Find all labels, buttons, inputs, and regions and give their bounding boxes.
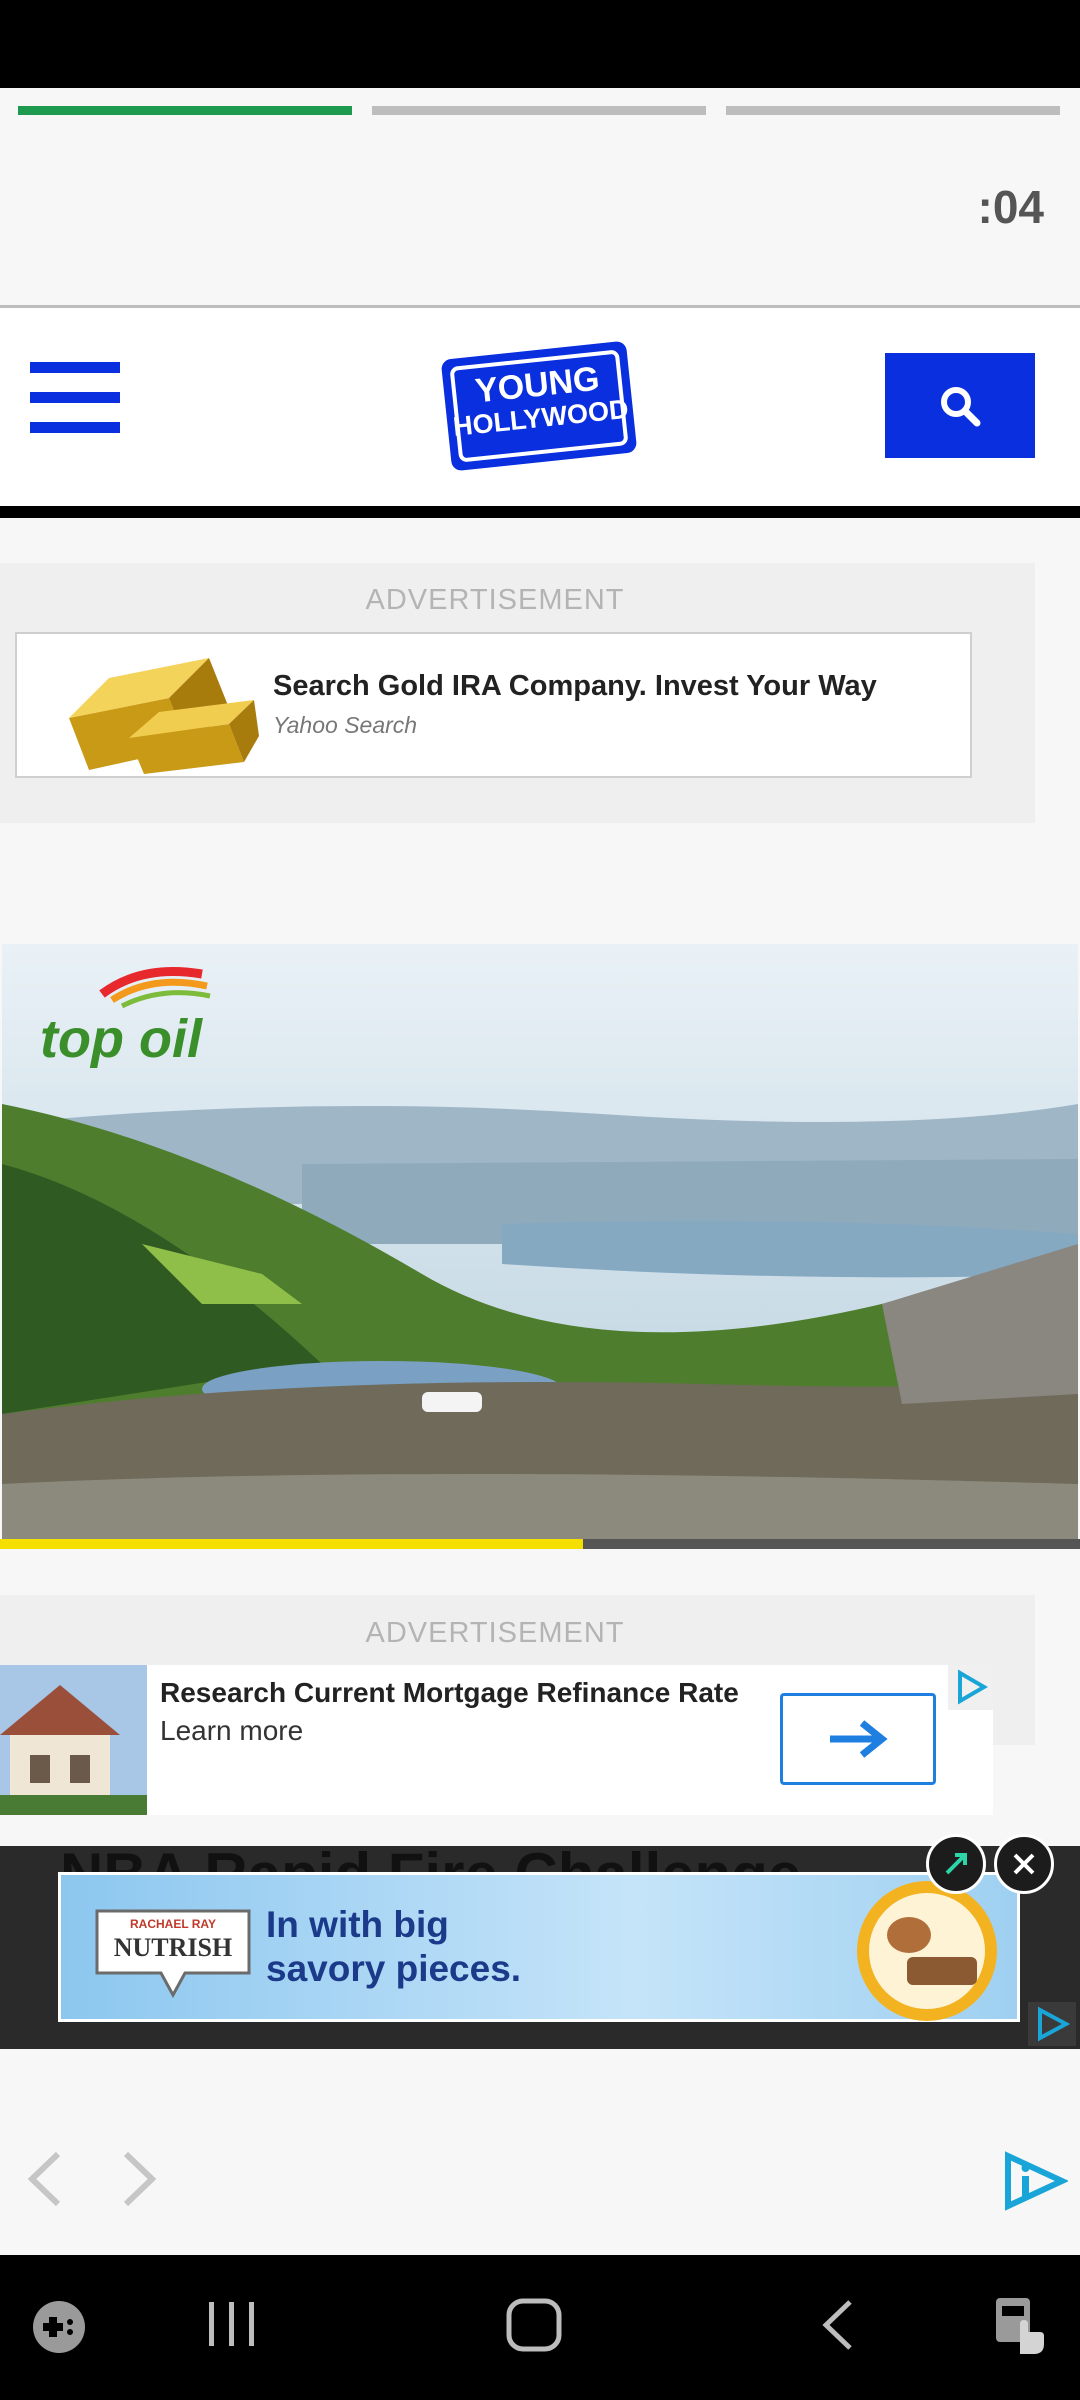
- story-progress-segment-1: [18, 106, 352, 115]
- adchoices-icon[interactable]: [948, 1665, 993, 1710]
- ad-label: ADVERTISEMENT: [365, 584, 625, 616]
- dog-food-bag-image: [857, 1881, 997, 2021]
- home-icon[interactable]: [505, 2298, 563, 2352]
- chevron-right-icon[interactable]: [118, 2148, 160, 2210]
- ad-source: Yahoo Search: [273, 712, 418, 738]
- story-progress-segment-3: [726, 106, 1060, 115]
- banner-text-line-2: savory pieces.: [266, 1948, 522, 1989]
- back-icon[interactable]: [818, 2298, 858, 2352]
- ad-title: Research Current Mortgage Refinance Rate: [160, 1677, 739, 1708]
- close-ad-button[interactable]: [994, 1834, 1054, 1894]
- search-button[interactable]: [885, 353, 1035, 458]
- search-icon: [941, 386, 981, 426]
- gold-bars-image: [69, 658, 259, 774]
- story-progress-segment-2: [372, 106, 706, 115]
- expand-ad-button[interactable]: [926, 1834, 986, 1894]
- ad-label: ADVERTISEMENT: [365, 1617, 625, 1649]
- nutrish-brand: NUTRISH: [113, 1933, 233, 1962]
- header-rule: [0, 506, 1080, 518]
- arrow-right-icon: [830, 1720, 888, 1758]
- video-player[interactable]: top oil: [2, 944, 1078, 1546]
- ad-card-gold-ira[interactable]: Search Gold IRA Company. Invest Your Way…: [15, 632, 972, 778]
- adchoices-icon[interactable]: [1000, 2150, 1068, 2212]
- ad-cta-text[interactable]: Learn more: [160, 1715, 303, 1747]
- ad-title: Search Gold IRA Company. Invest Your Way: [273, 670, 877, 702]
- ad-card-mortgage[interactable]: Research Current Mortgage Refinance Rate…: [0, 1665, 993, 1815]
- expand-icon: [945, 1853, 967, 1875]
- status-bar: [0, 0, 1080, 88]
- recent-apps-icon[interactable]: [205, 2298, 257, 2350]
- young-hollywood-logo[interactable]: YOUNG HOLLYWOOD: [436, 332, 642, 480]
- accessibility-icon[interactable]: [990, 2294, 1050, 2358]
- story-timer: :04: [977, 181, 1044, 233]
- top-oil-logo: top oil: [40, 1009, 202, 1069]
- nutrish-logo: RACHAEL RAY NUTRISH: [89, 1903, 257, 1999]
- browser-controls: [0, 2050, 1080, 2255]
- banner-text-line-1: In with big: [266, 1904, 449, 1945]
- video-progress-fill: [0, 1539, 583, 1549]
- nutrish-brand-top: RACHAEL RAY: [129, 1917, 216, 1931]
- nutrish-banner[interactable]: RACHAEL RAY NUTRISH In with big savory p…: [58, 1872, 1020, 2022]
- adchoices-icon[interactable]: [1028, 2002, 1076, 2046]
- hamburger-icon[interactable]: [30, 360, 120, 435]
- banner-text: In with big savory pieces.: [266, 1903, 521, 1991]
- close-icon: [1013, 1853, 1035, 1875]
- ad-arrow-button[interactable]: [780, 1693, 936, 1785]
- house-image: [0, 1665, 147, 1815]
- game-tools-icon[interactable]: [30, 2298, 88, 2356]
- chevron-left-icon[interactable]: [24, 2148, 66, 2210]
